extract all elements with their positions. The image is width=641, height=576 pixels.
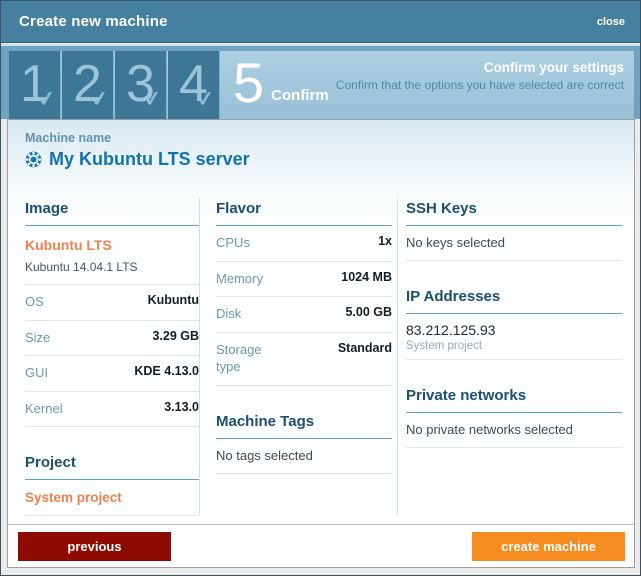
- dialog-titlebar: Create new machine close: [1, 1, 640, 43]
- row-value: 1024 MB: [341, 269, 392, 284]
- row-value: Standard: [337, 340, 392, 355]
- machine-title-row: My Kubuntu LTS server: [25, 149, 250, 170]
- step-check-icon: ✓: [90, 87, 111, 112]
- flavor-row-memory: Memory 1024 MB: [216, 262, 392, 298]
- private-networks-section-title: Private networks: [406, 387, 622, 413]
- ssh-keys-empty: No keys selected: [406, 226, 622, 261]
- project-value: System project: [25, 480, 199, 517]
- project-section-title: Project: [25, 454, 199, 481]
- row-label: Kernel: [25, 400, 63, 416]
- row-value: Kubuntu: [147, 293, 199, 307]
- image-description: Kubuntu 14.04.1 LTS: [25, 260, 199, 285]
- row-value: 3.29 GB: [152, 328, 199, 343]
- step-check-icon: ✓: [143, 87, 164, 112]
- row-label: CPUs: [216, 235, 250, 250]
- flavor-section-title: Flavor: [216, 200, 392, 226]
- flavor-row-cpus: CPUs 1x: [216, 226, 392, 262]
- wizard-step-2[interactable]: 2 ✓: [62, 51, 114, 119]
- flavor-row-storage-type: Storage type Standard: [216, 333, 392, 386]
- row-value: 3.13.0: [164, 399, 199, 414]
- step-subheading: Confirm that the options you have select…: [335, 78, 624, 92]
- row-label: GUI: [25, 365, 49, 381]
- create-machine-dialog: Create new machine close 1 ✓ 2 ✓ 3 ✓ 4 ✓: [0, 0, 641, 576]
- machine-name-value: My Kubuntu LTS server: [49, 149, 250, 169]
- column-divider: [199, 198, 200, 515]
- image-column: Image Kubuntu LTS Kubuntu 14.04.1 LTS OS…: [25, 200, 199, 517]
- close-button[interactable]: close: [597, 16, 625, 28]
- image-name: Kubuntu LTS: [25, 237, 112, 253]
- ssh-keys-section-title: SSH Keys: [406, 200, 622, 226]
- row-label: Memory: [216, 270, 263, 286]
- wizard-step-3[interactable]: 3 ✓: [115, 51, 167, 119]
- create-machine-button[interactable]: create machine: [472, 532, 625, 561]
- row-label: Disk: [216, 306, 242, 322]
- active-step-number: 5: [233, 51, 265, 114]
- machine-name-label: Machine name: [25, 131, 112, 145]
- active-step-label: Confirm: [271, 86, 329, 104]
- wizard-step-band: 1 ✓ 2 ✓ 3 ✓ 4 ✓ 5 Confirm Confirm your s…: [1, 46, 640, 119]
- column-divider: [397, 198, 398, 515]
- wizard-step-info: Confirm your settings Confirm that the o…: [336, 60, 624, 92]
- flavor-column: Flavor CPUs 1x Memory 1024 MB Disk 5.00 …: [216, 200, 392, 474]
- ip-address-value: 83.212.125.93: [406, 322, 496, 338]
- step-check-icon: ✓: [196, 87, 217, 112]
- ip-addresses-section-title: IP Addresses: [406, 288, 622, 314]
- wizard-step-1[interactable]: 1 ✓: [9, 51, 61, 119]
- wizard-step-4[interactable]: 4 ✓: [168, 51, 220, 119]
- dialog-footer: previous create machine: [8, 524, 634, 567]
- machine-tags-empty: No tags selected: [216, 439, 392, 474]
- dialog-title: Create new machine: [19, 13, 168, 30]
- row-label: OS: [25, 294, 44, 309]
- step-check-icon: ✓: [37, 87, 58, 112]
- row-value: 5.00 GB: [345, 305, 392, 320]
- row-value: 1x: [378, 234, 392, 248]
- wizard-step-bar: 1 ✓ 2 ✓ 3 ✓ 4 ✓ 5 Confirm Confirm your s…: [9, 51, 634, 119]
- confirm-panel: Machine name My Kubuntu LTS server Image…: [7, 119, 635, 568]
- flavor-row-disk: Disk 5.00 GB: [216, 297, 392, 333]
- kubuntu-logo-icon: [25, 151, 42, 168]
- machine-tags-section-title: Machine Tags: [216, 413, 392, 439]
- image-row-os: OS Kubuntu: [25, 285, 199, 321]
- previous-button[interactable]: previous: [18, 532, 171, 561]
- row-value: KDE 4.13.0: [134, 364, 199, 379]
- image-section-title: Image: [25, 200, 199, 226]
- image-row-kernel: Kernel 3.13.0: [25, 392, 199, 428]
- row-label: Size: [25, 329, 51, 345]
- image-row-size: Size 3.29 GB: [25, 321, 199, 357]
- step-heading: Confirm your settings: [483, 60, 624, 75]
- network-column: SSH Keys No keys selected IP Addresses 8…: [406, 200, 622, 448]
- ip-address-project: System project: [406, 340, 483, 352]
- ip-address-item: 83.212.125.93 System project: [406, 314, 622, 360]
- wizard-step-5-active: 5 Confirm: [233, 51, 329, 119]
- row-label: Storage type: [216, 341, 262, 375]
- private-networks-empty: No private networks selected: [406, 413, 622, 448]
- image-row-gui: GUI KDE 4.13.0: [25, 356, 199, 392]
